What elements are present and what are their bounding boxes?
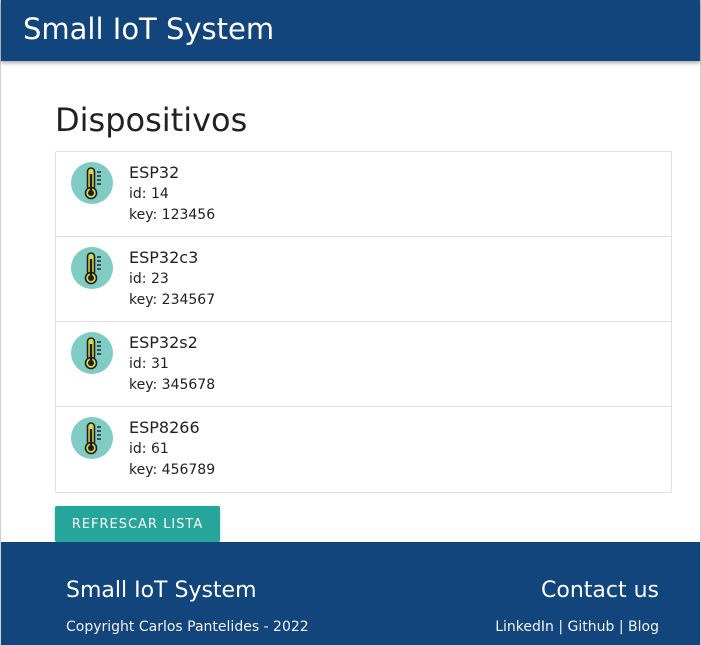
navbar: Small IoT System	[1, 0, 700, 61]
app-window: Small IoT System Dispositivos ESP32 id: …	[0, 0, 701, 645]
footer: Small IoT System Copyright Carlos Pantel…	[1, 542, 700, 645]
thermometer-icon	[71, 247, 113, 289]
device-item: ESP32 id: 14 key: 123456	[56, 152, 671, 237]
device-item: ESP32c3 id: 23 key: 234567	[56, 237, 671, 322]
main-content: Dispositivos ESP32 id: 14 key: 123456 ES…	[55, 98, 672, 542]
link-separator: |	[558, 619, 564, 635]
device-name: ESP8266	[129, 418, 200, 437]
thermometer-icon	[71, 162, 113, 204]
device-key: key: 123456	[129, 207, 216, 223]
blog-link[interactable]: Blog	[628, 619, 659, 635]
footer-links: LinkedIn | Github | Blog	[495, 618, 659, 636]
refresh-list-button[interactable]: Refrescar lista	[55, 506, 220, 542]
device-key: key: 456789	[129, 462, 216, 478]
device-id: id: 31	[129, 356, 169, 372]
thermometer-icon	[71, 332, 113, 374]
contact-title: Contact us	[541, 578, 659, 603]
device-item: ESP8266 id: 61 key: 456789	[56, 407, 671, 492]
device-id: id: 61	[129, 441, 169, 457]
page-title: Dispositivos	[55, 101, 248, 139]
brand-logo[interactable]: Small IoT System	[23, 11, 274, 47]
device-name: ESP32c3	[129, 248, 199, 267]
footer-title: Small IoT System	[66, 578, 257, 603]
device-id: id: 23	[129, 271, 169, 287]
device-item: ESP32s2 id: 31 key: 345678	[56, 322, 671, 407]
link-separator: |	[618, 619, 624, 635]
device-name: ESP32	[129, 163, 180, 182]
device-key: key: 345678	[129, 377, 216, 393]
footer-copyright: Copyright Carlos Pantelides - 2022	[66, 619, 309, 635]
device-id: id: 14	[129, 186, 169, 202]
device-list: ESP32 id: 14 key: 123456 ESP32c3 id: 23 …	[55, 151, 672, 493]
thermometer-icon	[71, 417, 113, 459]
device-name: ESP32s2	[129, 333, 198, 352]
github-link[interactable]: Github	[568, 619, 615, 635]
linkedin-link[interactable]: LinkedIn	[495, 619, 554, 635]
device-key: key: 234567	[129, 292, 216, 308]
